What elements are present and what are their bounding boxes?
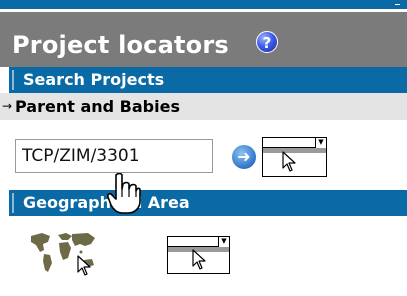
arrow-bullet-icon: →	[2, 99, 13, 113]
search-projects-label: Search Projects	[23, 70, 165, 89]
area-dropdown[interactable]: ▼	[167, 236, 230, 274]
top-bar	[0, 0, 407, 9]
arrow-cursor-icon	[192, 249, 206, 270]
go-arrow-icon[interactable]: ➜	[232, 145, 256, 169]
help-icon[interactable]: ?	[256, 31, 278, 53]
parent-and-babies-label: Parent and Babies	[15, 97, 180, 116]
section-edge-decoration	[12, 70, 14, 90]
top-link-fragment[interactable]	[395, 4, 400, 5]
section-edge-decoration	[12, 193, 14, 213]
dropdown-arrow-icon[interactable]: ▼	[315, 138, 326, 147]
arrow-cursor-icon	[282, 151, 296, 172]
arrow-cursor-icon	[77, 255, 91, 276]
project-code-input[interactable]	[15, 139, 213, 173]
project-dropdown[interactable]: ▼	[262, 137, 327, 177]
dropdown-arrow-icon[interactable]: ▼	[218, 237, 229, 246]
hand-cursor-icon	[107, 173, 141, 214]
page-title: Project locators	[12, 31, 229, 59]
world-map-icon[interactable]	[28, 230, 98, 280]
